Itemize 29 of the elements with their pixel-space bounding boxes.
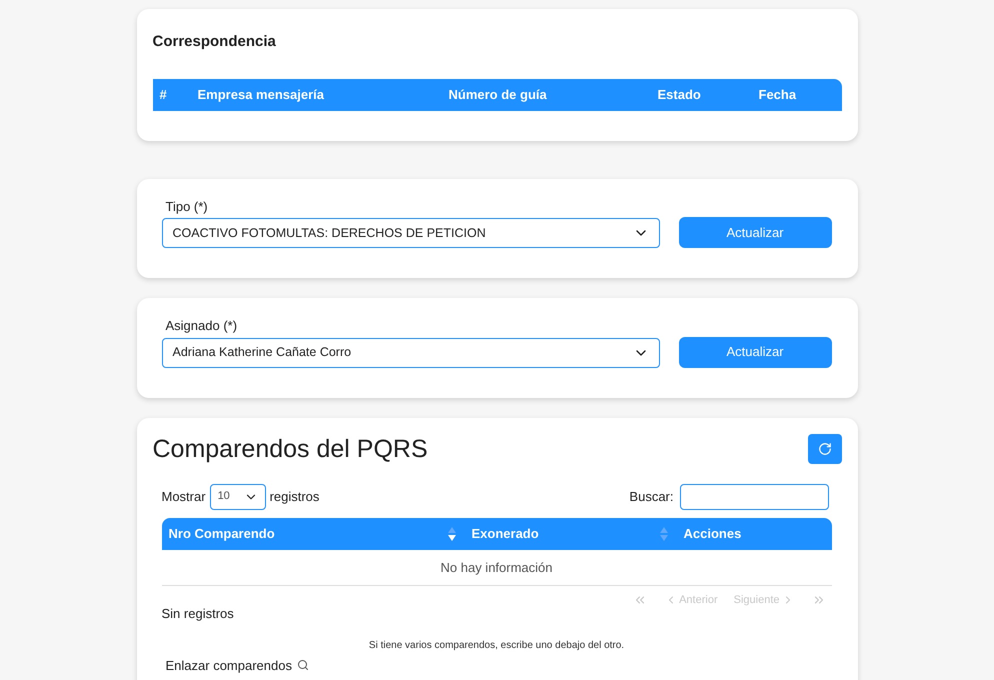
refresh-button[interactable] bbox=[808, 434, 842, 464]
card-title: Correspondencia bbox=[152, 32, 277, 52]
hint-text: Si tiene varios comparendos, escribe uno debajo del otro. bbox=[368, 638, 626, 652]
select-field[interactable]: Adriana Katherine Cañate Corro bbox=[162, 338, 660, 368]
empty-message: No hay información bbox=[162, 550, 832, 586]
column-header[interactable]: Nro Comparendo bbox=[168, 524, 275, 544]
column-header: Fecha bbox=[758, 86, 796, 102]
records-info: Sin registros bbox=[162, 605, 234, 623]
link-label: Enlazar comparendos bbox=[166, 656, 292, 675]
column-header: # bbox=[160, 86, 167, 102]
column-header[interactable]: Acciones bbox=[684, 524, 742, 544]
update-button[interactable]: Actualizar bbox=[678, 217, 832, 248]
update-button[interactable]: Actualizar bbox=[678, 336, 832, 368]
column-header: Estado bbox=[658, 86, 701, 102]
show-label: Mostrar bbox=[162, 488, 206, 506]
card-title: Comparendos del PQRS bbox=[152, 434, 428, 464]
search-label: Buscar: bbox=[629, 488, 674, 506]
field-label: Tipo (*) bbox=[166, 198, 209, 216]
refresh-icon bbox=[818, 442, 832, 456]
column-header[interactable]: Exonerado bbox=[472, 524, 539, 544]
search-field[interactable] bbox=[680, 484, 828, 510]
select-field[interactable]: COACTIVO FOTOMULTAS: DERECHOS DE PETICION bbox=[162, 218, 660, 248]
records-label: registros bbox=[270, 488, 320, 506]
sort-icon[interactable] bbox=[446, 526, 456, 542]
page-size-select[interactable]: 10 bbox=[210, 484, 266, 510]
field-label: Asignado (*) bbox=[166, 317, 238, 335]
column-header: Empresa mensajería bbox=[198, 86, 324, 102]
column-header: Número de guía bbox=[448, 86, 547, 102]
search-icon bbox=[296, 659, 309, 672]
